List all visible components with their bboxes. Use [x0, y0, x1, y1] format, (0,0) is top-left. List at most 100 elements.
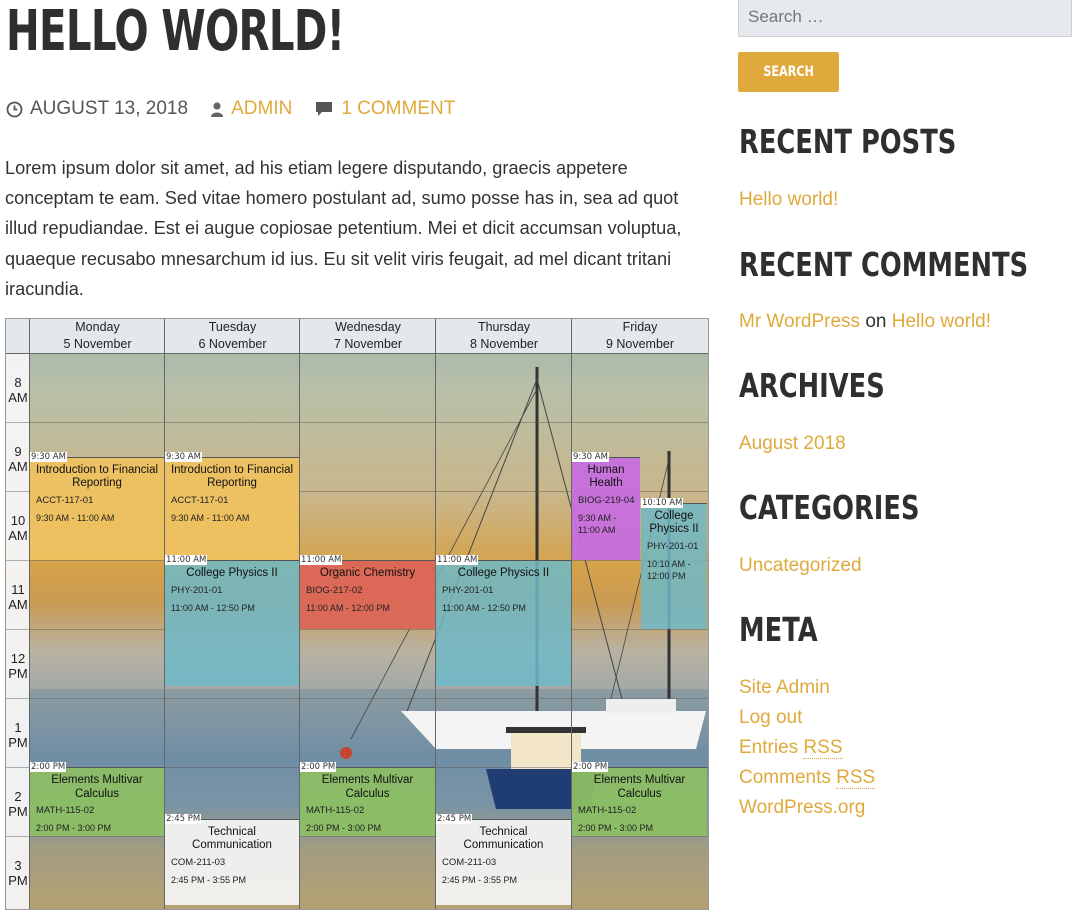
event-time-range: 2:45 PM - 3:55 PM: [442, 874, 518, 885]
event-time-range: 2:00 PM - 3:00 PM: [306, 823, 382, 833]
hour-gridline: [6, 698, 708, 699]
meta-site-admin-link[interactable]: Site Admin: [739, 676, 830, 700]
event-time-range: 9:30 AM - 11:00 AM: [171, 512, 250, 523]
event-start-stamp: 2:00 PM: [30, 762, 67, 772]
event-time-range: 9:30 AM - 11:00 AM: [36, 512, 115, 523]
hour-label: 8 AM: [6, 375, 30, 405]
day-header-wednesday: Wednesday 7 November: [300, 319, 436, 353]
class-event[interactable]: 9:30 AM Introduction to Financial Reporti…: [30, 451, 164, 560]
event-title: Elements Multivar Calculus: [51, 774, 143, 800]
person-icon: [211, 101, 224, 117]
hour-label: 3 PM: [6, 858, 30, 888]
class-event[interactable]: 9:30 AM Introduction to Financial Reporti…: [165, 451, 299, 560]
comments-rss-abbr: RSS: [836, 767, 876, 789]
event-title: Introduction to Financial Reporting: [170, 463, 294, 490]
hour-gridline: [6, 836, 708, 837]
categories-title: CATEGORIES: [739, 488, 920, 527]
day-name: Monday: [75, 320, 120, 334]
day-date: 6 November: [198, 337, 267, 351]
post-date: AUGUST 13, 2018: [6, 98, 188, 120]
event-title: Elements Multivar Calculus: [593, 774, 686, 800]
event-course-code: PHY-201-01: [171, 584, 223, 596]
day-header-monday: Monday 5 November: [30, 319, 165, 353]
post-content: Lorem ipsum dolor sit amet, ad his etiam…: [5, 158, 682, 299]
day-date: 5 November: [63, 337, 132, 351]
event-time-range: 2:00 PM - 3:00 PM: [578, 823, 654, 833]
post-comments: 1 COMMENT: [314, 98, 455, 120]
event-time-range: 10:10 AM - 12:00 PM: [647, 558, 691, 581]
event-start-stamp: 9:30 AM: [30, 451, 67, 462]
event-title: Introduction to Financial Reporting: [35, 463, 159, 490]
event-title: Technical Communication: [463, 825, 544, 852]
event-course-code: MATH-115-02: [36, 805, 95, 816]
event-course-code: BIOG-217-02: [306, 584, 363, 596]
hour-number: 8: [14, 375, 22, 390]
day-date: 9 November: [605, 337, 675, 351]
comment-post-link[interactable]: Hello world!: [892, 311, 991, 332]
event-start-stamp: 9:30 AM: [572, 451, 609, 462]
event-start-stamp: 2:45 PM: [165, 813, 202, 824]
hour-period: AM: [8, 459, 28, 474]
meta-wordpress-org-link[interactable]: WordPress.org: [739, 796, 865, 820]
comment-bubble-icon: [316, 102, 333, 116]
class-event[interactable]: 11:00 AM College Physics II PHY-201-01 11:0…: [165, 555, 299, 687]
archive-link-august-2018[interactable]: August 2018: [739, 432, 846, 456]
hour-number: 11: [11, 582, 25, 597]
event-start-stamp: 11:00 AM: [300, 555, 343, 565]
category-link-uncategorized[interactable]: Uncategorized: [739, 554, 862, 578]
class-event[interactable]: 2:45 PM Technical Communication COM-211-03…: [165, 813, 299, 905]
post-author-link[interactable]: ADMIN: [231, 98, 292, 120]
event-time-range: 11:00 AM - 12:50 PM: [442, 602, 526, 613]
event-course-code: MATH-115-02: [306, 805, 365, 816]
hour-label: 11 AM: [6, 582, 30, 612]
event-title: Organic Chemistry: [319, 567, 416, 579]
meta-comments-rss-link[interactable]: Comments RSS: [739, 766, 876, 790]
event-course-code: ACCT-117-01: [171, 494, 229, 506]
recent-post-link[interactable]: Hello world!: [739, 188, 838, 212]
event-time-range: 2:00 PM - 3:00 PM: [36, 823, 112, 833]
hour-period: AM: [8, 390, 28, 405]
class-event[interactable]: 10:10 AM College Physics II PHY-201-01 10:1…: [641, 497, 707, 629]
entries-label: Entries: [739, 737, 799, 758]
hour-period: PM: [8, 873, 28, 888]
event-course-code: BIOG-219-04: [578, 494, 635, 506]
event-time-range: 9:30 AM - 11:00 AM: [578, 512, 617, 535]
weekly-timetable: Monday 5 November Tuesday 6 November Wednesd…: [5, 318, 709, 910]
event-course-code: COM-211-03: [171, 856, 226, 868]
hour-label: 2 PM: [6, 789, 30, 819]
comment-on-text: on: [865, 311, 887, 332]
hour-gridline: [6, 629, 708, 630]
class-event[interactable]: 9:30 AM Human Health BIOG-219-04 9:30 AM - …: [572, 451, 640, 560]
class-event[interactable]: 2:00 PM Elements Multivar Calculus MATH-11…: [300, 762, 435, 836]
meta-title: META: [739, 610, 818, 649]
class-event[interactable]: 2:45 PM Technical Communication COM-211-03…: [436, 813, 571, 905]
event-time-range: 11:00 AM - 12:50 PM: [171, 602, 255, 613]
meta-log-out-link[interactable]: Log out: [739, 706, 802, 730]
comment-author-link[interactable]: Mr WordPress: [739, 311, 860, 332]
hour-label: 10 AM: [6, 513, 30, 543]
post-comments-link[interactable]: 1 COMMENT: [341, 98, 455, 120]
event-start-stamp: 11:00 AM: [436, 555, 479, 565]
post-author: ADMIN: [210, 98, 292, 120]
header-divider: [6, 353, 708, 354]
post-meta: AUGUST 13, 2018 ADMIN 1 COMMENT: [6, 96, 477, 122]
meta-entries-rss-link[interactable]: Entries RSS: [739, 736, 843, 760]
search-input[interactable]: [738, 0, 1072, 37]
day-name: Wednesday: [335, 320, 401, 334]
hour-number: 2: [14, 789, 22, 804]
post-title: HELLO WORLD!: [6, 0, 345, 64]
day-name: Tuesday: [208, 320, 257, 334]
class-event[interactable]: 11:00 AM Organic Chemistry BIOG-217-02 11:0…: [300, 555, 435, 629]
search-button[interactable]: SEARCH: [738, 52, 839, 92]
search-button-label: SEARCH: [763, 64, 814, 80]
hour-gridline: [6, 422, 708, 423]
event-start-stamp: 11:00 AM: [165, 555, 208, 565]
hour-period: PM: [8, 735, 28, 750]
event-title: Human Health: [587, 463, 625, 490]
event-time-range: 2:45 PM - 3:55 PM: [171, 874, 247, 885]
event-course-code: COM-211-03: [442, 856, 497, 868]
class-event[interactable]: 11:00 AM College Physics II PHY-201-01 11:0…: [436, 555, 571, 687]
class-event[interactable]: 2:00 PM Elements Multivar Calculus MATH-11…: [30, 762, 164, 836]
hour-period: AM: [8, 597, 28, 612]
class-event[interactable]: 2:00 PM Elements Multivar Calculus MATH-11…: [572, 762, 707, 836]
